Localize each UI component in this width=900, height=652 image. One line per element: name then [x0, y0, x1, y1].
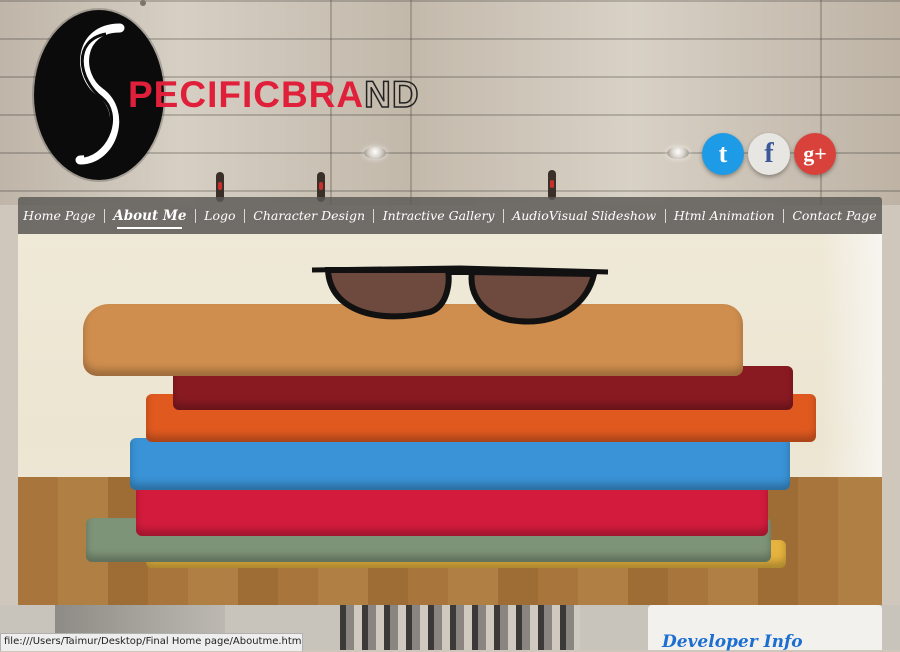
- nav-about-me[interactable]: About Me: [111, 208, 188, 229]
- twitter-icon[interactable]: t: [702, 133, 744, 175]
- nav-home-page[interactable]: Home Page: [21, 208, 97, 223]
- hero-image: [18, 234, 882, 605]
- nav-separator: [664, 208, 666, 223]
- hanger-hook: [548, 170, 556, 200]
- ceiling-lamp: [364, 147, 386, 159]
- nav-separator: [502, 208, 504, 223]
- googleplus-icon[interactable]: g+: [794, 133, 836, 175]
- nav-separator: [243, 208, 245, 223]
- nav-logo[interactable]: Logo: [202, 208, 237, 223]
- shirt-red: [136, 484, 768, 536]
- twitter-glyph: t: [718, 139, 728, 168]
- brand-name-red: PECIFICBRA: [128, 74, 365, 115]
- nav-html-animation[interactable]: Html Animation: [672, 208, 777, 223]
- facebook-icon[interactable]: f: [748, 133, 790, 175]
- nav-separator: [103, 208, 105, 223]
- nav-separator: [194, 208, 196, 223]
- nav-character-design[interactable]: Character Design: [251, 208, 367, 223]
- brand-name-outline: ND: [363, 73, 420, 116]
- glasses-icon: [311, 265, 609, 325]
- facebook-glyph: f: [764, 138, 774, 169]
- nav-separator: [373, 208, 375, 223]
- googleplus-glyph: g+: [803, 141, 827, 166]
- nav-intractive-gallery[interactable]: Intractive Gallery: [381, 208, 497, 223]
- shirt-blue: [130, 438, 790, 490]
- main-nav: Home Page About Me Logo Character Design…: [18, 197, 882, 234]
- nav-contact-page[interactable]: Contact Page: [790, 208, 878, 223]
- nav-audiovisual-slideshow[interactable]: AudioVisual Slideshow: [510, 208, 658, 223]
- developer-info-title: Developer Info: [662, 632, 803, 652]
- status-bar-url: file:///Users/Taimur/Desktop/Final Home …: [0, 633, 303, 651]
- wall-highlight: [822, 234, 882, 504]
- brand-wordmark: PECIFICBRAND: [128, 73, 420, 116]
- clothing-rack-image: [340, 605, 580, 650]
- knot: [140, 0, 146, 6]
- nav-separator: [782, 208, 784, 223]
- ceiling-lamp: [667, 147, 689, 159]
